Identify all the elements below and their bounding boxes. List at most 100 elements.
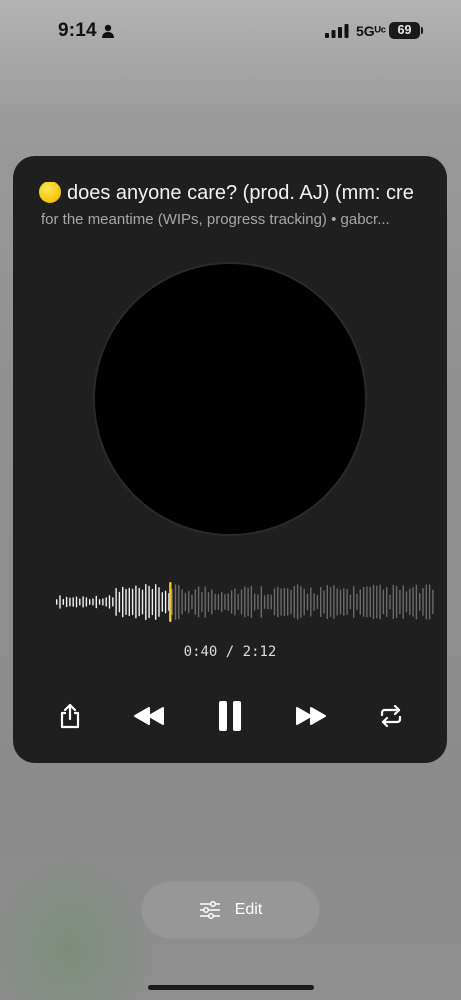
repeat-button[interactable]	[369, 694, 413, 738]
share-icon	[60, 703, 80, 729]
waveform-bar	[267, 594, 269, 610]
share-button[interactable]	[48, 694, 92, 738]
waveform-bar	[376, 585, 378, 619]
waveform-bar	[207, 592, 210, 612]
waveform-bar	[313, 593, 315, 611]
waveform-bar	[320, 587, 322, 617]
waveform-bar	[395, 585, 398, 619]
waveform-bar	[339, 589, 342, 615]
waveform-bar	[69, 597, 71, 607]
waveform-bar	[293, 585, 295, 618]
battery-cap	[421, 27, 423, 34]
waveform-bar	[392, 584, 394, 620]
waveform-bar	[151, 588, 154, 616]
waveform-bar	[260, 586, 262, 618]
waveform-bar	[240, 589, 243, 615]
waveform-bar	[382, 589, 385, 615]
waveform-bar	[409, 588, 411, 616]
waveform-bar	[82, 596, 84, 608]
signal-bars-icon	[325, 24, 349, 38]
waveform-bar	[95, 595, 97, 609]
waveform-bar	[306, 593, 309, 611]
waveform-bar	[263, 595, 266, 609]
waveform-bar	[300, 586, 302, 618]
waveform-bar	[415, 584, 418, 620]
waveform-bar	[112, 597, 114, 607]
waveform-bar	[402, 585, 404, 619]
waveform-bar	[201, 591, 203, 613]
waveform-bar	[141, 589, 144, 615]
waveform-bar	[386, 587, 388, 618]
waveform-bar	[254, 593, 256, 611]
battery-icon: 69	[389, 22, 420, 39]
waveform-bar	[419, 593, 421, 611]
waveform-bar	[250, 585, 253, 618]
waveform-bar	[310, 587, 312, 617]
waveform-bar	[247, 587, 249, 617]
waveform-bar	[174, 584, 177, 620]
rewind-icon	[134, 707, 164, 725]
waveform-bar	[125, 589, 127, 615]
track-title: does anyone care? (prod. AJ) (mm: cre	[67, 182, 414, 204]
edit-button[interactable]: Edit	[142, 882, 319, 938]
waveform-bar	[224, 594, 226, 610]
waveform-bar	[287, 588, 289, 616]
waveform-bar	[161, 592, 163, 612]
waveform-bar	[280, 588, 282, 616]
time-display: 0:40 / 2:12	[183, 644, 277, 660]
waveform-bar	[230, 590, 233, 614]
pause-button[interactable]	[208, 694, 252, 738]
waveform-bar	[379, 584, 381, 620]
waveform-bar	[346, 589, 348, 615]
waveform-bar	[273, 588, 276, 616]
waveform-bar	[359, 589, 361, 615]
waveform-scrubber[interactable]	[55, 580, 435, 624]
waveform-bar	[369, 586, 371, 618]
waveform-bar	[181, 589, 183, 615]
waveform-bar	[425, 584, 427, 620]
waveform-bar	[316, 594, 319, 610]
waveform-bar	[188, 590, 190, 614]
waveform-bar	[131, 588, 134, 616]
waveform-bar	[72, 597, 74, 607]
waveform-bar	[89, 599, 91, 605]
status-time: 9:14	[58, 20, 97, 41]
sliders-icon	[199, 901, 220, 919]
waveform-bar	[329, 587, 332, 617]
waveform-bar	[399, 589, 401, 615]
waveform-bar	[333, 585, 335, 619]
waveform-bar	[237, 593, 239, 611]
waveform-bar	[197, 586, 200, 618]
pause-icon	[219, 701, 241, 731]
waveform-bar	[389, 594, 391, 610]
album-artwork	[95, 264, 365, 534]
waveform-bar	[283, 587, 286, 617]
waveform-bar	[405, 591, 408, 613]
track-title-row: does anyone care? (prod. AJ) (mm: cre	[39, 182, 447, 210]
waveform-bar	[356, 593, 358, 611]
waveform-bar	[62, 598, 64, 606]
waveform-bar	[118, 591, 121, 613]
player-card: does anyone care? (prod. AJ) (mm: cre fo…	[13, 156, 447, 763]
waveform-bar	[372, 584, 375, 620]
track-subtitle: for the meantime (WIPs, progress trackin…	[41, 211, 390, 228]
waveform-bar	[155, 584, 157, 620]
yellow-circle-emoji-icon	[39, 182, 61, 203]
waveform-bar	[194, 589, 196, 615]
waveform-bar	[366, 586, 368, 618]
waveform-bar	[158, 587, 160, 617]
fast-forward-button[interactable]	[289, 694, 333, 738]
playhead-marker[interactable]	[169, 582, 172, 622]
waveform-bar	[115, 588, 117, 616]
waveform-bar	[145, 584, 147, 621]
waveform-bar	[92, 598, 94, 606]
rewind-button[interactable]	[127, 694, 171, 738]
waveform-bar	[428, 584, 431, 620]
waveform-bar	[277, 586, 279, 618]
battery-level: 69	[397, 23, 412, 37]
waveform-bar	[56, 599, 58, 605]
waveform-bar	[326, 585, 328, 620]
waveform-bar	[128, 587, 130, 617]
waveform-bar	[75, 596, 78, 608]
waveform-bar	[105, 597, 107, 607]
